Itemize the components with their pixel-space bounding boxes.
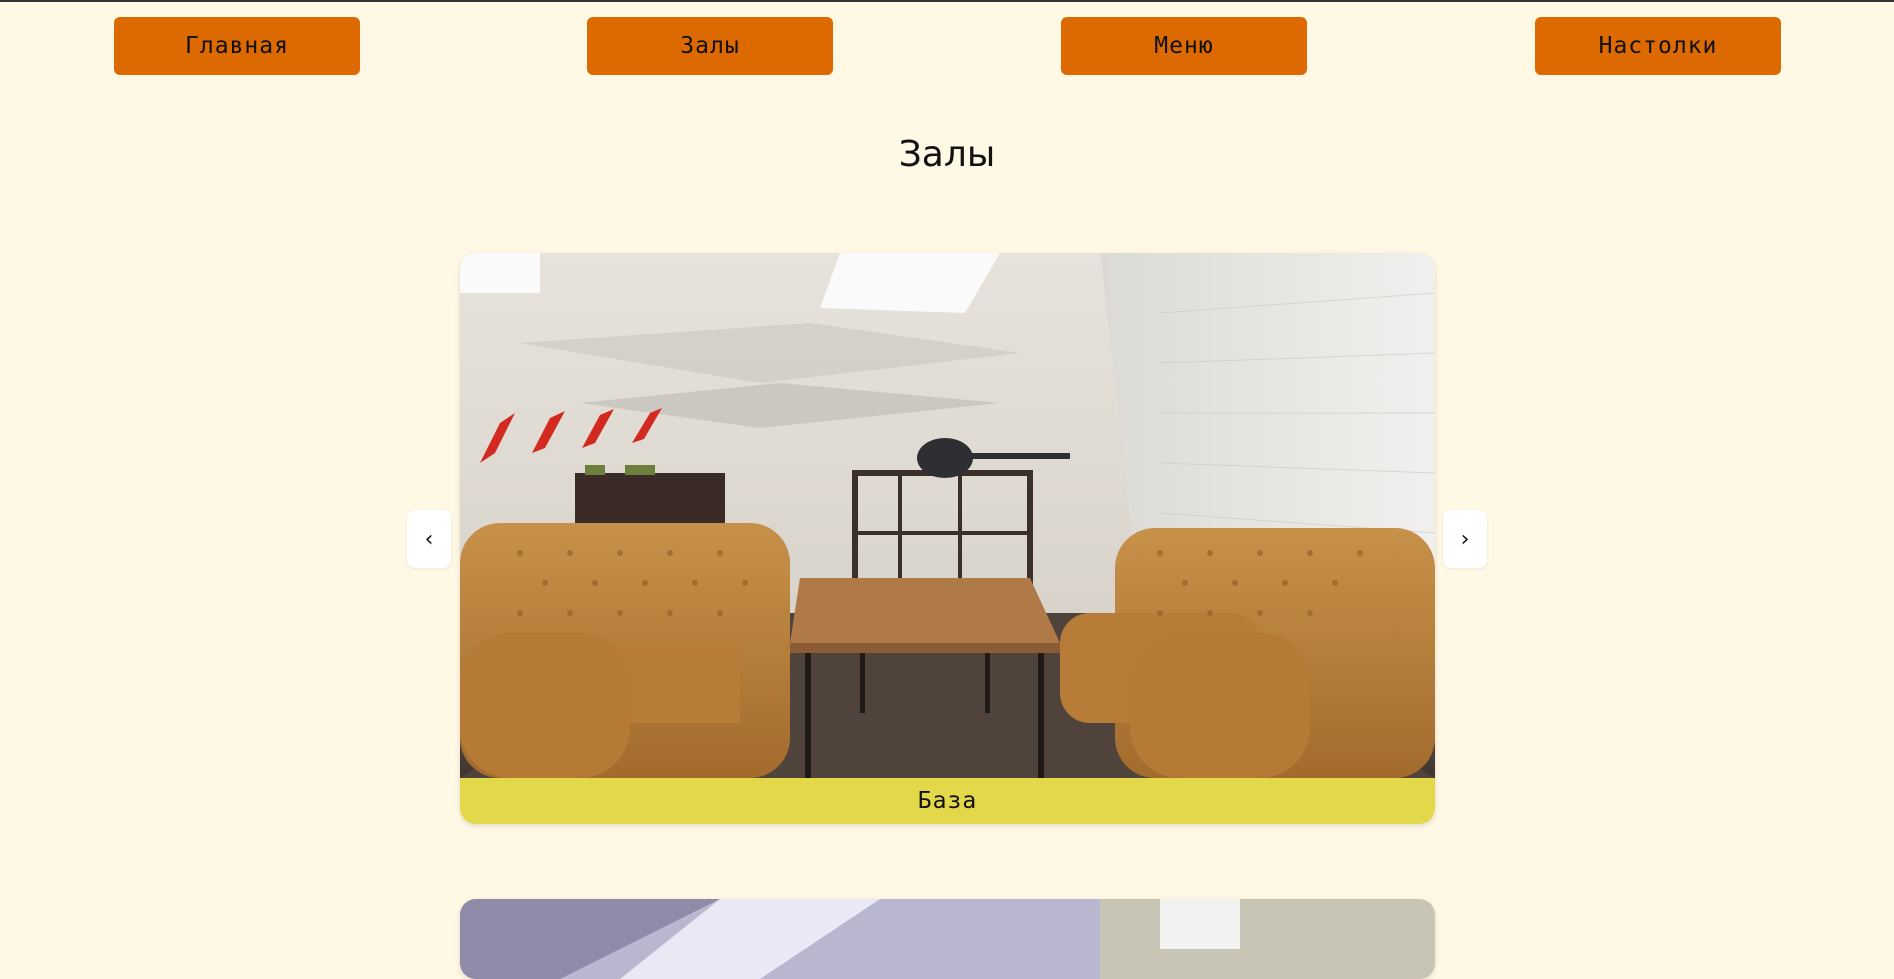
top-border xyxy=(0,0,1894,2)
nav-button-home[interactable]: Главная xyxy=(114,17,360,75)
hall-caption: База xyxy=(460,778,1435,824)
nav-button-boardgames[interactable]: Настолки xyxy=(1535,17,1781,75)
nav-button-halls[interactable]: Залы xyxy=(587,17,833,75)
main-nav: Главная Залы Меню Настолки xyxy=(0,17,1894,75)
hall-photo-next xyxy=(460,899,1435,979)
hall-card[interactable]: База xyxy=(460,253,1435,824)
carousel-next-button[interactable]: › xyxy=(1443,510,1487,568)
carousel-prev-button[interactable]: ‹ xyxy=(407,510,451,568)
hall-photo xyxy=(460,253,1435,778)
nav-button-menu[interactable]: Меню xyxy=(1061,17,1307,75)
hall-card-next[interactable] xyxy=(460,899,1435,979)
page-title: Залы xyxy=(898,134,996,175)
